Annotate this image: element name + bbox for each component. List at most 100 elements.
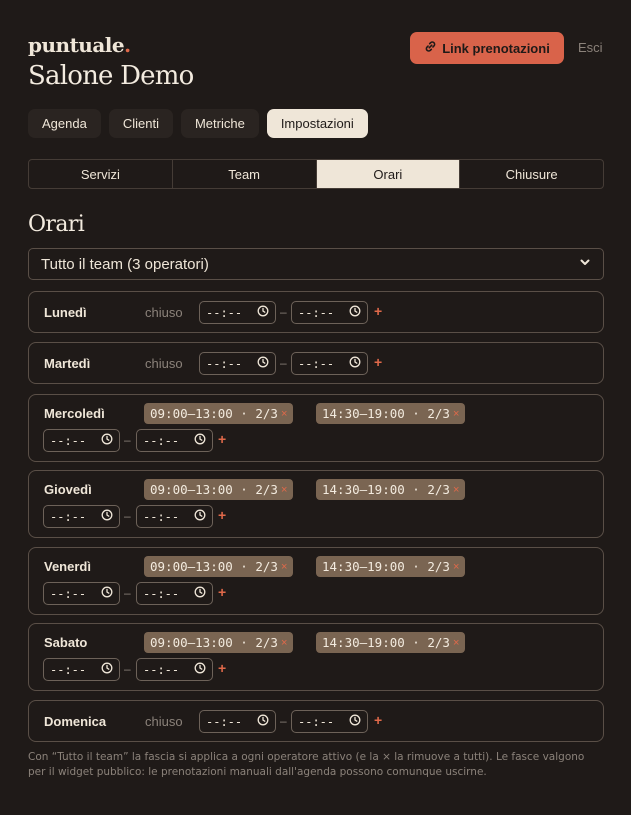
start-time-input-placeholder: --:-- <box>206 356 243 371</box>
day-name: Mercoledì <box>44 406 105 421</box>
clock-icon <box>101 661 113 679</box>
day-name: Venerdì <box>44 559 91 574</box>
time-slot-text: 14:30–19:00 · 2/3 <box>322 635 450 650</box>
team-select[interactable]: Tutto il team (3 operatori) <box>28 248 604 280</box>
end-time-input[interactable]: --:-- <box>136 582 213 605</box>
end-time-input[interactable]: --:-- <box>291 710 368 733</box>
range-dash: – <box>124 662 131 676</box>
add-slot-button[interactable]: + <box>218 431 226 447</box>
end-time-input-placeholder: --:-- <box>143 433 180 448</box>
add-slot-button[interactable]: + <box>374 303 382 319</box>
day-name: Lunedì <box>44 305 87 320</box>
clock-icon <box>194 432 206 450</box>
end-time-input-placeholder: --:-- <box>143 662 180 677</box>
remove-slot-button[interactable]: × <box>281 637 287 649</box>
start-time-input-placeholder: --:-- <box>206 714 243 729</box>
start-time-input[interactable]: --:-- <box>43 429 120 452</box>
start-time-input[interactable]: --:-- <box>43 582 120 605</box>
remove-slot-button[interactable]: × <box>281 561 287 573</box>
link-icon <box>424 40 437 56</box>
day-card-mercoled: Mercoledì 09:00–13:00 · 2/3 × 14:30–19:0… <box>28 394 604 462</box>
footnote: Con “Tutto il team” la fascia si applica… <box>28 751 585 778</box>
booking-link-button[interactable]: Link prenotazioni <box>410 32 564 64</box>
clock-icon <box>257 304 269 322</box>
start-time-input[interactable]: --:-- <box>43 658 120 681</box>
subtab-servizi[interactable]: Servizi <box>29 160 173 188</box>
add-slot-button[interactable]: + <box>218 660 226 676</box>
day-name: Sabato <box>44 635 88 650</box>
time-slot-text: 09:00–13:00 · 2/3 <box>150 482 278 497</box>
clock-icon <box>349 304 361 322</box>
nav-tab-impostazioni[interactable]: Impostazioni <box>266 109 368 138</box>
end-time-input[interactable]: --:-- <box>136 658 213 681</box>
remove-slot-button[interactable]: × <box>453 408 459 420</box>
main-nav: Agenda Clienti Metriche Impostazioni <box>28 109 368 138</box>
closed-label: chiuso <box>145 356 183 371</box>
logo-dot: . <box>124 33 131 57</box>
subtab-orari[interactable]: Orari <box>316 160 461 188</box>
add-slot-button[interactable]: + <box>374 354 382 370</box>
clock-icon <box>194 585 206 603</box>
settings-subtabs: Servizi Team Orari Chiusure <box>28 159 604 189</box>
end-time-input-placeholder: --:-- <box>298 305 335 320</box>
start-time-input-placeholder: --:-- <box>50 509 87 524</box>
salon-title: Salone Demo <box>28 61 194 91</box>
end-time-input[interactable]: --:-- <box>291 352 368 375</box>
time-slot-text: 09:00–13:00 · 2/3 <box>150 635 278 650</box>
end-time-input-placeholder: --:-- <box>298 714 335 729</box>
time-slot-chip: 14:30–19:00 · 2/3 × <box>316 556 466 577</box>
clock-icon <box>194 508 206 526</box>
start-time-input-placeholder: --:-- <box>50 662 87 677</box>
time-slot-text: 14:30–19:00 · 2/3 <box>322 406 450 421</box>
range-dash: – <box>124 586 131 600</box>
end-time-input-placeholder: --:-- <box>143 509 180 524</box>
start-time-input[interactable]: --:-- <box>199 710 276 733</box>
clock-icon <box>349 713 361 731</box>
time-slot-chip: 14:30–19:00 · 2/3 × <box>316 403 466 424</box>
range-dash: – <box>280 356 287 370</box>
start-time-input-placeholder: --:-- <box>50 586 87 601</box>
add-slot-button[interactable]: + <box>218 507 226 523</box>
range-dash: – <box>124 433 131 447</box>
clock-icon <box>257 355 269 373</box>
add-slot-button[interactable]: + <box>374 712 382 728</box>
clock-icon <box>101 432 113 450</box>
clock-icon <box>101 508 113 526</box>
time-slot-text: 09:00–13:00 · 2/3 <box>150 406 278 421</box>
time-slot-chip: 14:30–19:00 · 2/3 × <box>316 632 466 653</box>
time-slot-text: 09:00–13:00 · 2/3 <box>150 559 278 574</box>
end-time-input-placeholder: --:-- <box>143 586 180 601</box>
day-card-domenica: Domenica chiuso --:-- – --:-- + <box>28 700 604 742</box>
start-time-input[interactable]: --:-- <box>199 352 276 375</box>
subtab-chiusure[interactable]: Chiusure <box>460 160 603 188</box>
remove-slot-button[interactable]: × <box>453 484 459 496</box>
booking-link-label: Link prenotazioni <box>442 40 550 56</box>
remove-slot-button[interactable]: × <box>281 408 287 420</box>
logo[interactable]: puntuale. <box>28 33 131 57</box>
start-time-input[interactable]: --:-- <box>199 301 276 324</box>
remove-slot-button[interactable]: × <box>453 561 459 573</box>
time-slot-chip: 09:00–13:00 · 2/3 × <box>144 479 294 500</box>
nav-tab-agenda[interactable]: Agenda <box>28 109 101 138</box>
add-slot-button[interactable]: + <box>218 584 226 600</box>
end-time-input[interactable]: --:-- <box>136 505 213 528</box>
subtab-team[interactable]: Team <box>173 160 317 188</box>
header: puntuale. Salone Demo Link prenotazioni … <box>28 0 604 98</box>
day-card-venerd: Venerdì 09:00–13:00 · 2/3 × 14:30–19:00 … <box>28 547 604 615</box>
logout-link[interactable]: Esci <box>578 40 603 55</box>
day-name: Domenica <box>44 714 107 729</box>
time-slot-text: 14:30–19:00 · 2/3 <box>322 482 450 497</box>
time-slot-chip: 09:00–13:00 · 2/3 × <box>144 403 294 424</box>
day-card-marted: Martedì chiuso --:-- – --:-- + <box>28 342 604 384</box>
nav-tab-clienti[interactable]: Clienti <box>108 109 173 138</box>
remove-slot-button[interactable]: × <box>281 484 287 496</box>
nav-tab-metriche[interactable]: Metriche <box>180 109 259 138</box>
remove-slot-button[interactable]: × <box>453 637 459 649</box>
start-time-input-placeholder: --:-- <box>206 305 243 320</box>
start-time-input[interactable]: --:-- <box>43 505 120 528</box>
closed-label: chiuso <box>145 305 183 320</box>
end-time-input[interactable]: --:-- <box>291 301 368 324</box>
end-time-input[interactable]: --:-- <box>136 429 213 452</box>
day-card-gioved: Giovedì 09:00–13:00 · 2/3 × 14:30–19:00 … <box>28 470 604 538</box>
logo-text: puntuale <box>28 33 125 57</box>
